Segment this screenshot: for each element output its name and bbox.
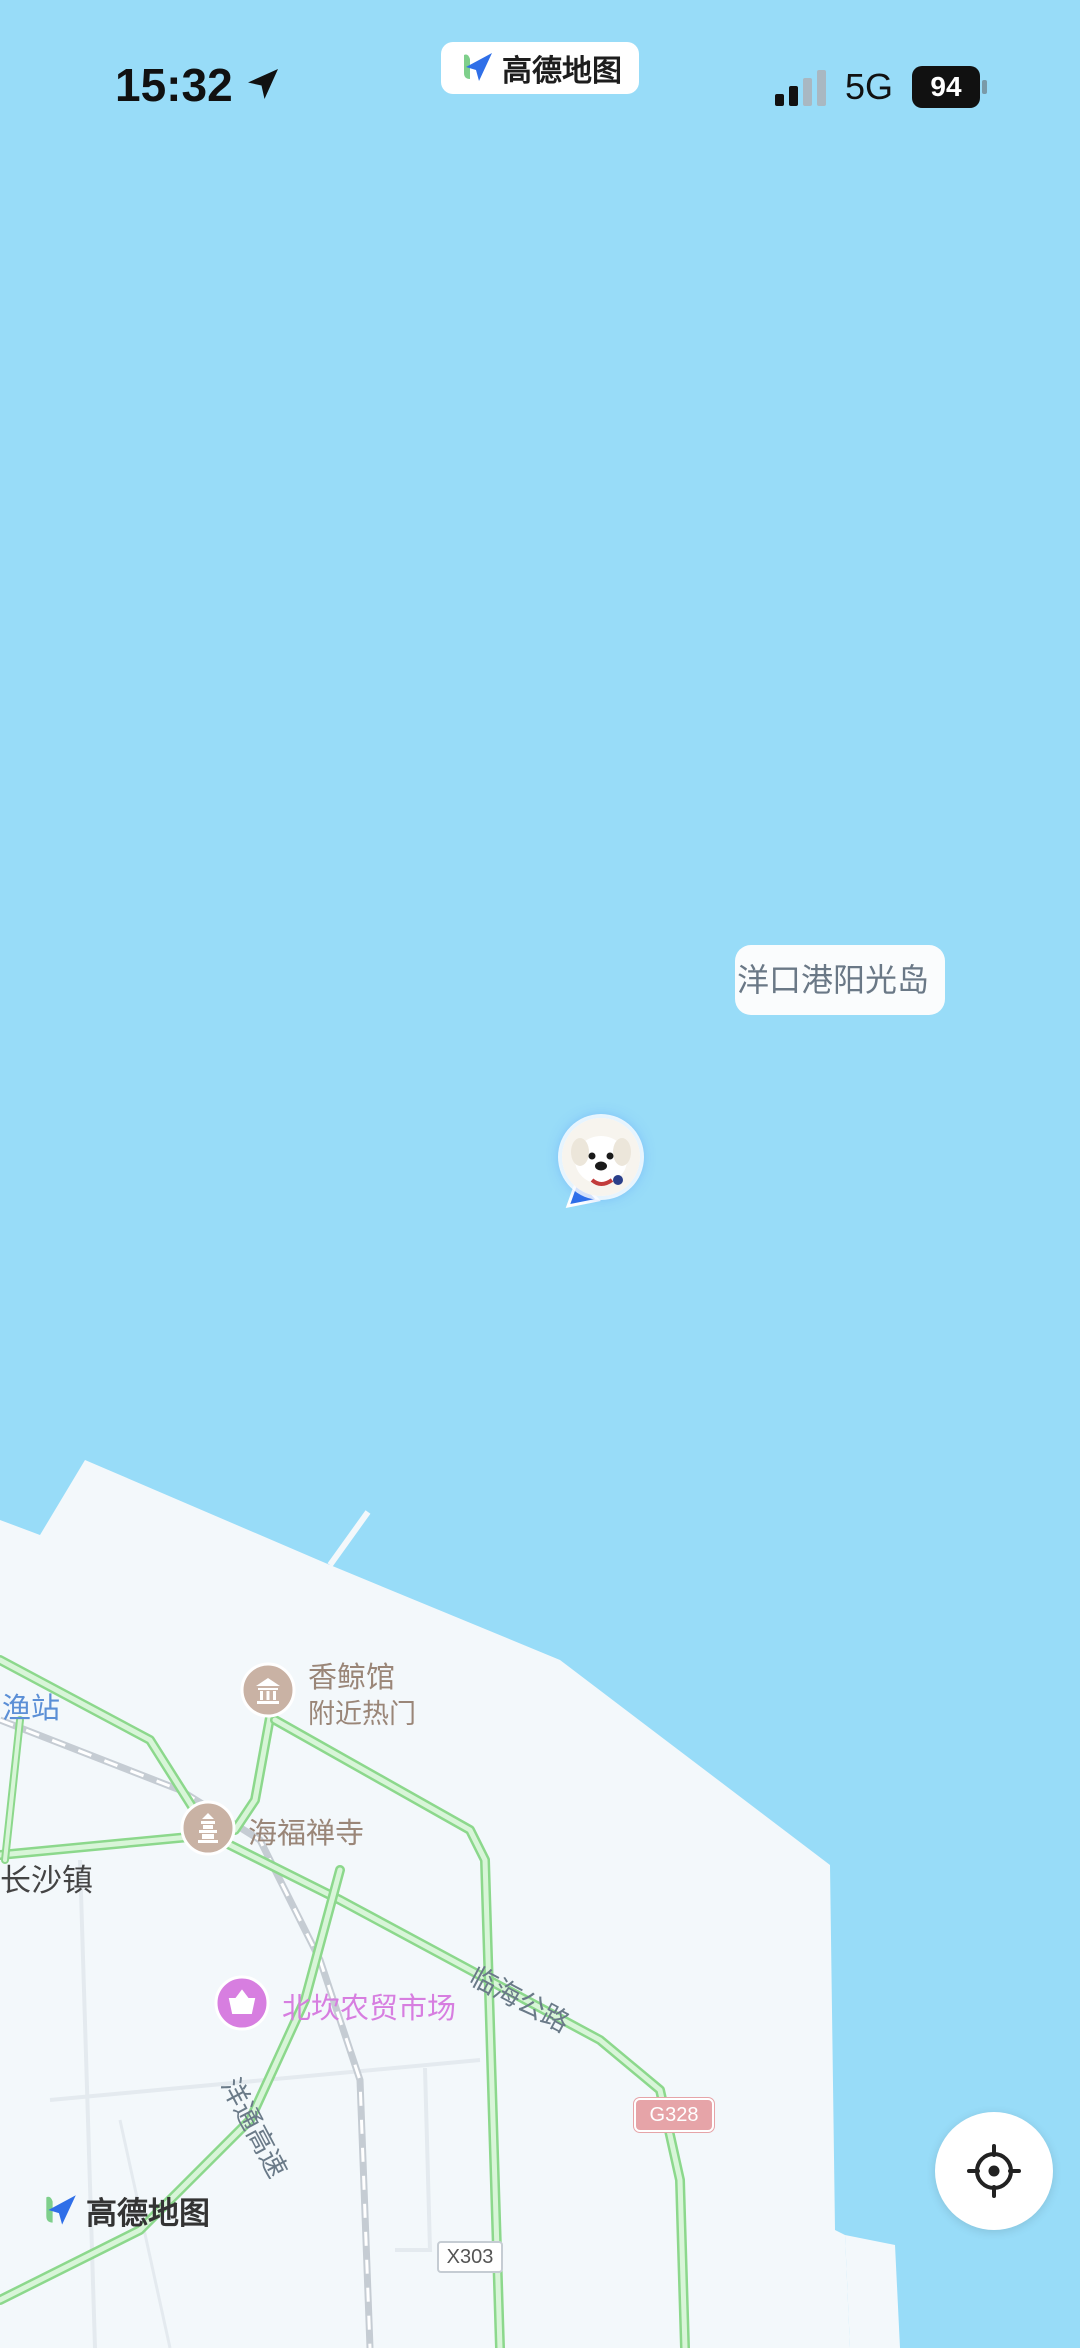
road-shield-g328: G328 <box>634 2098 714 2132</box>
app-badge-label: 高德地图 <box>502 54 622 89</box>
market-basket-icon[interactable] <box>214 1975 270 2031</box>
road-shield-x303: X303 <box>437 2241 503 2273</box>
watermark-label: 高德地图 <box>86 2196 210 2232</box>
battery-indicator: 94 <box>912 66 980 108</box>
battery-tip <box>982 80 987 94</box>
temple-icon[interactable] <box>180 1800 236 1856</box>
status-time: 15:32 <box>115 59 233 111</box>
signal-bars-icon <box>775 70 826 106</box>
network-type: 5G <box>845 66 894 107</box>
location-arrow-icon <box>248 69 278 99</box>
dog-avatar-icon <box>562 1118 640 1196</box>
locate-me-button[interactable] <box>935 2112 1053 2230</box>
label-fish-station[interactable]: 渔站 <box>2 1685 60 1727</box>
amap-logo-icon <box>464 53 492 81</box>
poi-haifu-temple[interactable]: 海福禅寺 <box>248 1810 364 1852</box>
label-changsha-town[interactable]: 长沙镇 <box>0 1855 93 1900</box>
back-to-app-badge[interactable]: 高德地图 <box>441 42 639 94</box>
museum-icon[interactable] <box>240 1662 296 1718</box>
island-label[interactable]: 洋口港阳光岛 <box>737 955 929 1001</box>
user-avatar-marker[interactable] <box>562 1118 640 1196</box>
crosshair-locate-icon <box>967 2144 1021 2198</box>
poi-xiangjing-hall[interactable]: 香鲸馆 <box>308 1654 395 1696</box>
amap-watermark: 高德地图 <box>40 2188 210 2233</box>
poi-beikan-market[interactable]: 北坎农贸市场 <box>282 1985 456 2027</box>
amap-watermark-logo-icon <box>46 2194 76 2225</box>
poi-xiangjing-hall-sub: 附近热门 <box>308 1699 416 1730</box>
